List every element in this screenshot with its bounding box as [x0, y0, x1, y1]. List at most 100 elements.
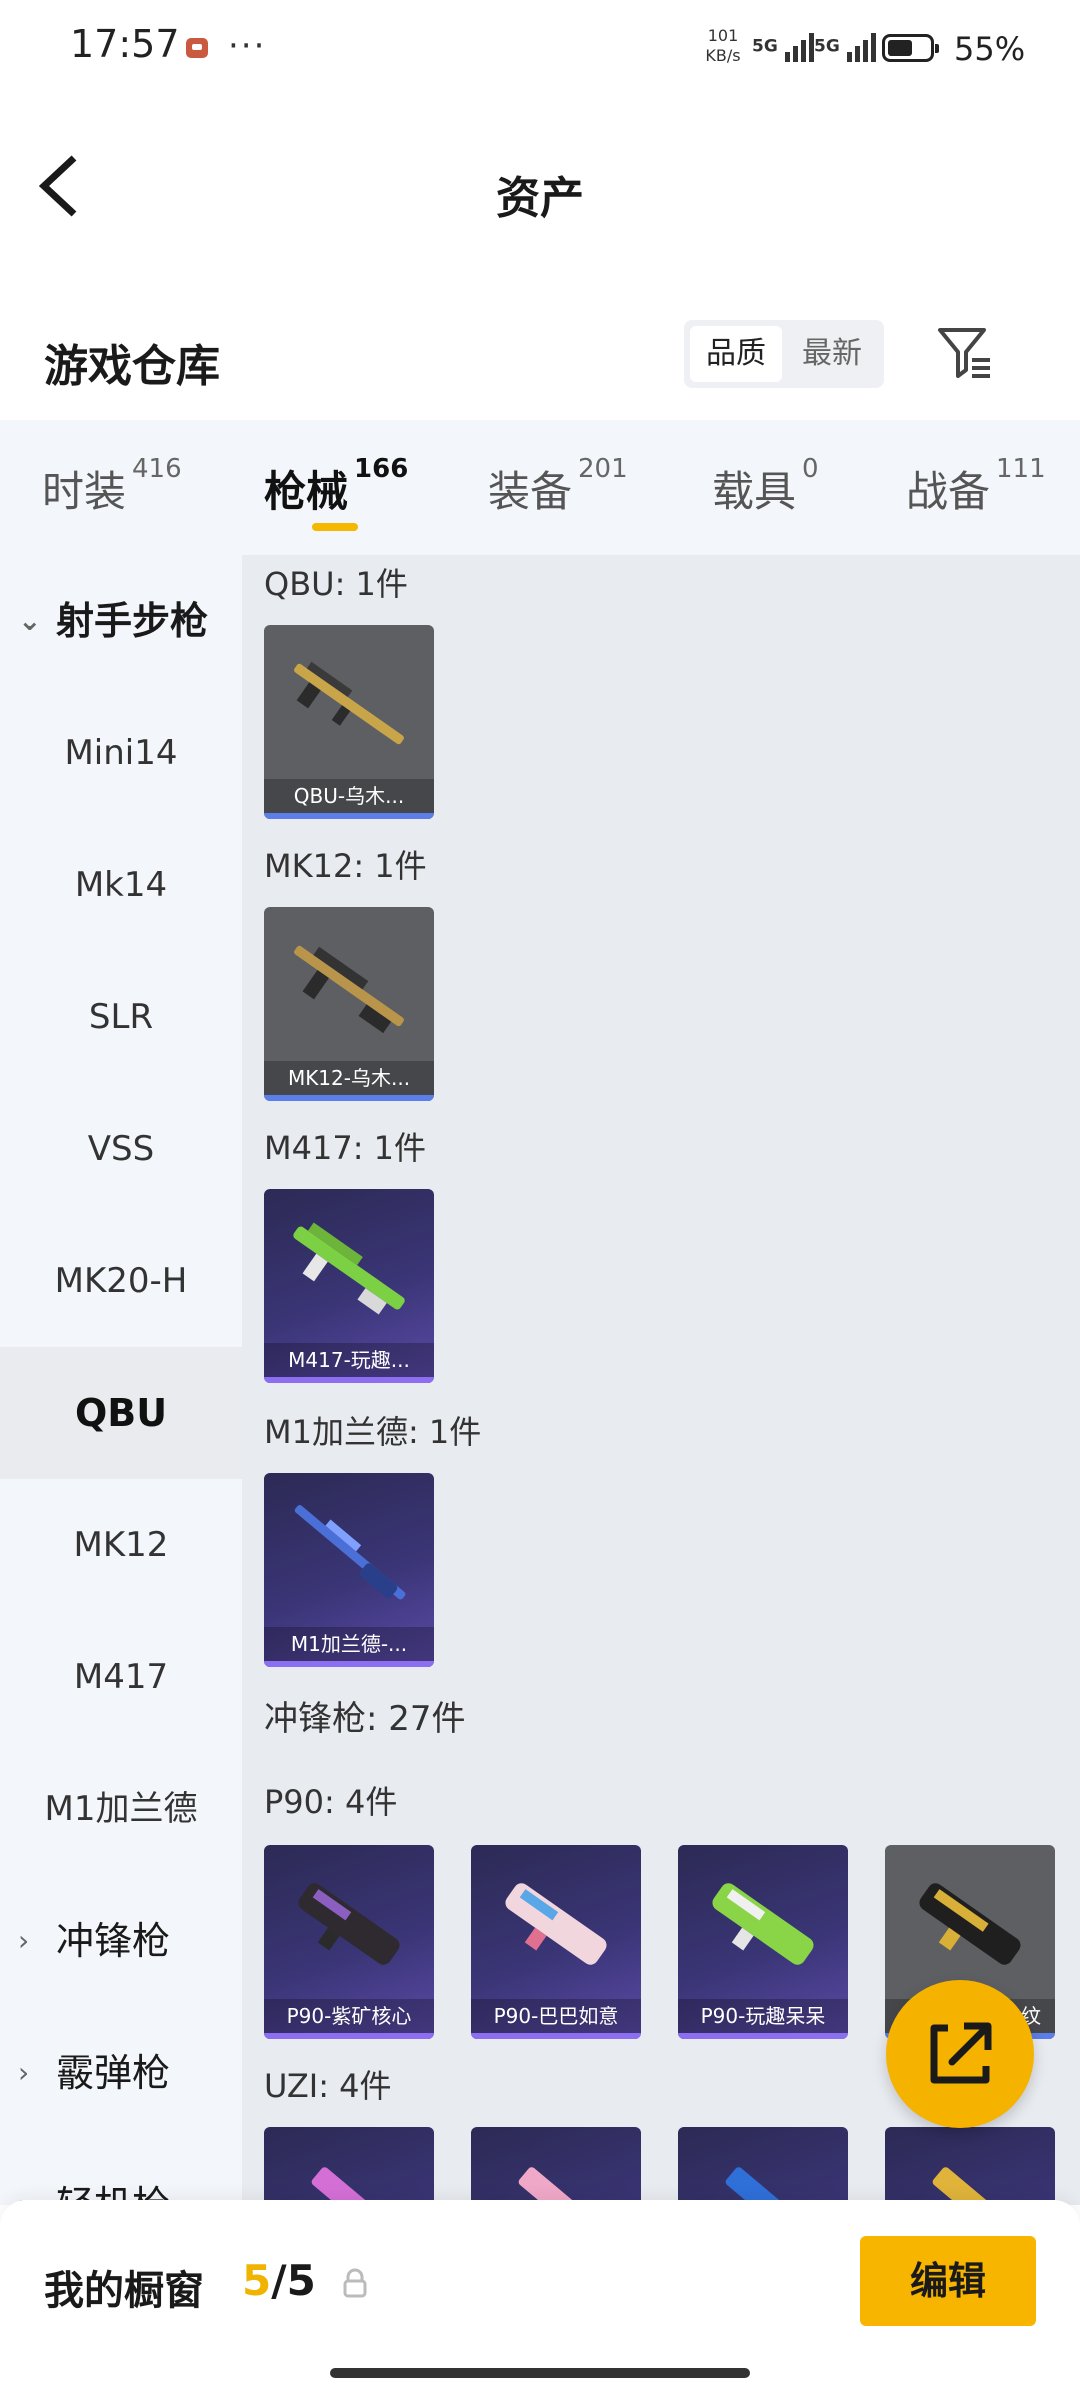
tab-label: 载具	[712, 467, 797, 516]
status-time: 17:57	[70, 22, 180, 66]
edit-button[interactable]: 编辑	[860, 2236, 1036, 2326]
tab-fashion[interactable]: 时装 416	[42, 454, 182, 519]
tab-firearms[interactable]: 枪械 166	[264, 454, 408, 519]
filter-button[interactable]	[934, 322, 994, 382]
item-card[interactable]: P90-玩趣呆呆	[678, 1845, 848, 2039]
signal-icon-2: 5G	[814, 30, 879, 64]
sidebar-group-lmg[interactable]: › 轻机枪	[0, 2139, 242, 2205]
sidebar-item-mini14[interactable]: Mini14	[0, 687, 242, 819]
item-card[interactable]: P90-巴巴如意	[471, 1845, 641, 2039]
tab-vehicles[interactable]: 载具 0	[712, 454, 819, 519]
sidebar-item-label: Mk14	[74, 865, 168, 905]
rifle-icon	[294, 1505, 406, 1600]
item-card[interactable]	[885, 2127, 1055, 2205]
item-card-label: P90-玩趣呆呆	[678, 1999, 848, 2033]
sidebar-item-mk14[interactable]: Mk14	[0, 819, 242, 951]
item-card[interactable]	[264, 2127, 434, 2205]
signal2-label: 5G	[814, 36, 840, 57]
rifle-icon	[293, 1222, 405, 1315]
showcase-count-total: 5	[286, 2256, 316, 2305]
section-heading: M417: 1件	[264, 1129, 427, 1167]
item-card[interactable]: MK12-乌木...	[264, 907, 434, 1101]
item-card-label: QBU-乌木...	[264, 779, 434, 813]
smg-icon	[932, 2167, 1013, 2205]
sidebar-group-shotgun[interactable]: › 霰弹枪	[0, 2007, 242, 2139]
signal-icon: 5G	[752, 30, 817, 64]
chevron-right-icon: ›	[18, 1924, 30, 1957]
rifle-icon	[294, 945, 404, 1034]
item-card-label: P90-巴巴如意	[471, 1999, 641, 2033]
rarity-bar	[264, 1377, 434, 1383]
sidebar-item-label: MK12	[73, 1525, 169, 1565]
sidebar-item-m417[interactable]: M417	[0, 1611, 242, 1743]
item-card[interactable]	[471, 2127, 641, 2205]
category-tabs: 时装 416 枪械 166 装备 201 载具 0 战备 111	[0, 420, 1080, 555]
smg-icon	[518, 2167, 599, 2205]
section-heading: P90: 4件	[264, 1783, 398, 1821]
tab-combat-gear[interactable]: 战备 111	[906, 454, 1046, 519]
sidebar-item-label: 冲锋枪	[56, 1919, 171, 1963]
tab-count: 166	[354, 454, 409, 484]
sidebar-item-label: Mini14	[64, 733, 178, 773]
showcase-count-current: 5	[242, 2256, 272, 2305]
battery-icon	[882, 34, 939, 62]
active-tab-indicator	[312, 523, 358, 531]
rarity-bar	[264, 813, 434, 819]
sidebar-item-vss[interactable]: VSS	[0, 1083, 242, 1215]
item-card[interactable]: M1加兰德-...	[264, 1473, 434, 1667]
item-card[interactable]: M417-玩趣...	[264, 1189, 434, 1383]
chevron-down-icon: ⌄	[18, 604, 42, 637]
sidebar-item-qbu[interactable]: QBU	[0, 1347, 242, 1479]
sidebar-group-marksman-rifle[interactable]: ⌄ 射手步枪	[0, 555, 242, 687]
category-heading: 冲锋枪: 27件	[264, 1699, 466, 1739]
tab-label: 装备	[488, 467, 573, 516]
tab-equipment[interactable]: 装备 201	[488, 454, 628, 519]
sidebar-item-mk12[interactable]: MK12	[0, 1479, 242, 1611]
item-card[interactable]: QBU-乌木...	[264, 625, 434, 819]
sidebar-group-smg[interactable]: › 冲锋枪	[0, 1875, 242, 2007]
battery-percent: 55%	[954, 30, 1026, 68]
showcase-count: 5/5	[242, 2256, 316, 2305]
my-showcase-label: 我的橱窗	[44, 2268, 204, 2314]
item-card-label: MK12-乌木...	[264, 1061, 434, 1095]
sort-option-quality[interactable]: 品质	[690, 326, 782, 382]
tab-count: 416	[132, 454, 182, 484]
sidebar-item-label: SLR	[88, 997, 154, 1037]
sidebar-item-label: MK20-H	[54, 1261, 188, 1301]
network-speed-unit: KB/s	[705, 46, 741, 65]
page-title: 资产	[496, 173, 584, 224]
sidebar-item-label: VSS	[87, 1129, 155, 1169]
signal1-label: 5G	[752, 36, 778, 57]
section-heading: M1加兰德: 1件	[264, 1413, 482, 1451]
status-bar: 17:57 ··· 101 KB/s 5G 5G 55%	[0, 0, 1080, 100]
home-indicator[interactable]	[330, 2368, 750, 2378]
rifle-icon	[294, 661, 404, 745]
sort-toggle: 品质 最新	[684, 320, 884, 388]
smg-icon	[712, 1883, 814, 1965]
chevron-right-icon: ›	[18, 2188, 30, 2205]
sort-option-newest[interactable]: 最新	[786, 326, 878, 382]
share-fab-button[interactable]	[886, 1980, 1034, 2128]
smg-icon	[298, 1883, 400, 1965]
item-grid: QBU: 1件 QBU-乌木... MK12: 1件 MK12-乌木... M4…	[242, 555, 1080, 2205]
sidebar-item-mk20h[interactable]: MK20-H	[0, 1215, 242, 1347]
sidebar-item-label: QBU	[74, 1391, 168, 1435]
sidebar-item-m1-garand[interactable]: M1加兰德	[0, 1743, 242, 1875]
sidebar-item-slr[interactable]: SLR	[0, 951, 242, 1083]
showcase-count-separator: /	[271, 2256, 287, 2305]
rarity-bar	[264, 1095, 434, 1101]
chevron-right-icon: ›	[18, 2056, 30, 2089]
item-card[interactable]	[678, 2127, 848, 2205]
section-heading: MK12: 1件	[264, 847, 427, 885]
rarity-bar	[264, 1661, 434, 1667]
smg-icon	[311, 2167, 392, 2205]
smg-icon	[505, 1883, 607, 1965]
sidebar-item-label: 霰弹枪	[56, 2051, 171, 2095]
sidebar-item-label: 射手步枪	[56, 599, 209, 643]
sidebar-item-label: M1加兰德	[44, 1789, 198, 1829]
item-card[interactable]: P90-紫矿核心	[264, 1845, 434, 2039]
filter-icon	[938, 328, 990, 378]
section-heading: UZI: 4件	[264, 2067, 392, 2105]
smg-icon	[919, 1883, 1021, 1965]
notification-app-icon	[186, 38, 208, 58]
